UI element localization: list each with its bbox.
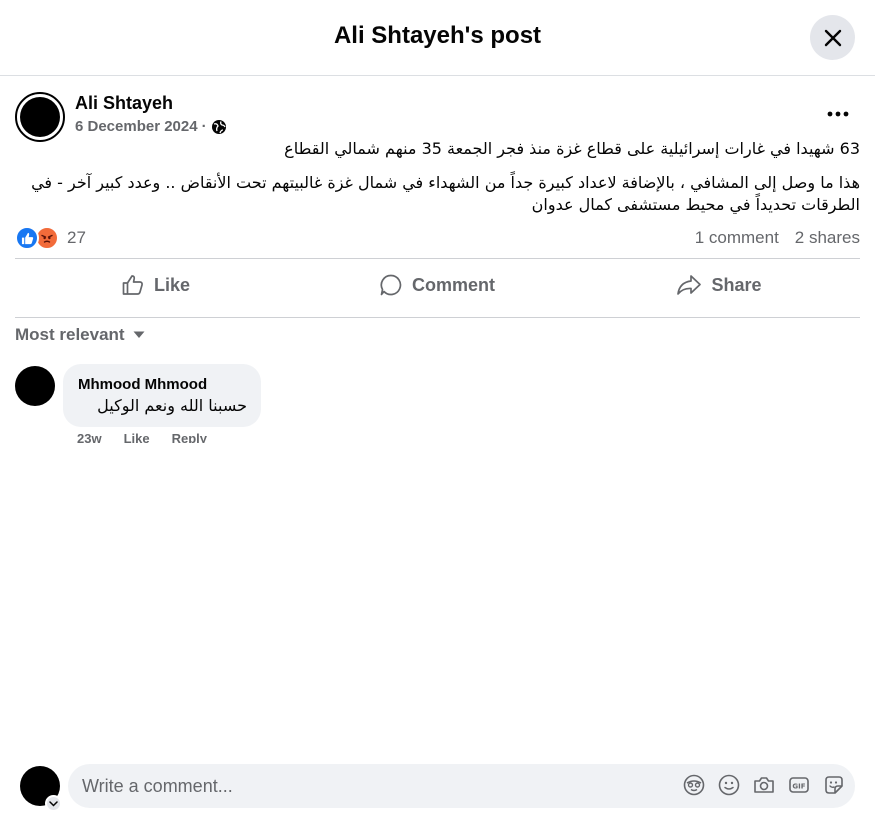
comment-button[interactable]: Comment [296,262,578,308]
dialog-title: Ali Shtayeh's post [333,22,542,49]
divider [15,258,860,259]
caret-down-icon [133,331,145,338]
comment-actions: 23w Like Reply [77,431,207,443]
comment-text: حسبنا الله ونعم الوكيل [97,396,247,415]
comment-input[interactable] [82,764,642,808]
more-dots-icon [827,111,849,117]
close-button[interactable] [810,15,855,60]
avatar-sticker-icon[interactable] [683,774,705,796]
reaction-count: 27 [67,228,86,247]
comment-label: Comment [411,274,495,295]
comment-sort-dropdown[interactable]: Most relevant [15,325,145,345]
share-button[interactable]: Share [578,262,860,308]
author-avatar[interactable] [15,92,65,142]
post-meta: 6 December 2024 · [75,118,227,135]
close-icon [824,29,841,46]
comment-icon [380,274,402,296]
reactions-summary[interactable]: 27 [15,226,86,250]
post-stats: 1 comment 2 shares [695,228,860,248]
like-button[interactable]: Like [15,262,296,308]
profile-switch-badge[interactable] [45,795,62,812]
commenter-avatar[interactable] [15,366,55,406]
gif-icon[interactable]: GIF [788,774,810,796]
divider [15,317,860,318]
like-label: Like [153,274,191,295]
share-count[interactable]: 2 shares [795,228,860,248]
share-icon [677,275,702,295]
composer-tools: GIF [683,774,845,796]
post-date[interactable]: 6 December 2024 [75,118,198,135]
like-icon [122,275,143,295]
like-reaction-icon [15,226,39,250]
comment-like-link[interactable]: Like [124,431,150,443]
post-text-paragraph: هذا ما وصل إلى المشافي ، بالإضافة لاعداد… [31,173,860,214]
sticker-icon[interactable] [823,774,845,796]
chevron-down-icon [49,800,58,807]
sort-label: Most relevant [15,325,125,344]
comment-count[interactable]: 1 comment [695,228,779,248]
svg-text:GIF: GIF [792,783,805,791]
author-name[interactable]: Ali Shtayeh [75,93,173,114]
comment-bubble: Mhmood Mhmood حسبنا الله ونعم الوكيل [63,364,261,427]
camera-icon[interactable] [753,774,775,796]
comment-composer: GIF [68,764,855,808]
emoji-icon[interactable] [718,774,740,796]
dialog-header: Ali Shtayeh's post [0,0,875,76]
meta-separator: · [201,118,207,135]
comment-reply-link[interactable]: Reply [172,431,207,443]
share-label: Share [711,274,762,295]
comment-time[interactable]: 23w [77,431,102,443]
comment-author[interactable]: Mhmood Mhmood [78,376,207,393]
more-options-button[interactable] [822,100,854,128]
post-text-line1: 63 شهيدا في غارات إسرائيلية على قطاع غزة… [284,139,860,158]
globe-icon[interactable] [211,119,227,135]
